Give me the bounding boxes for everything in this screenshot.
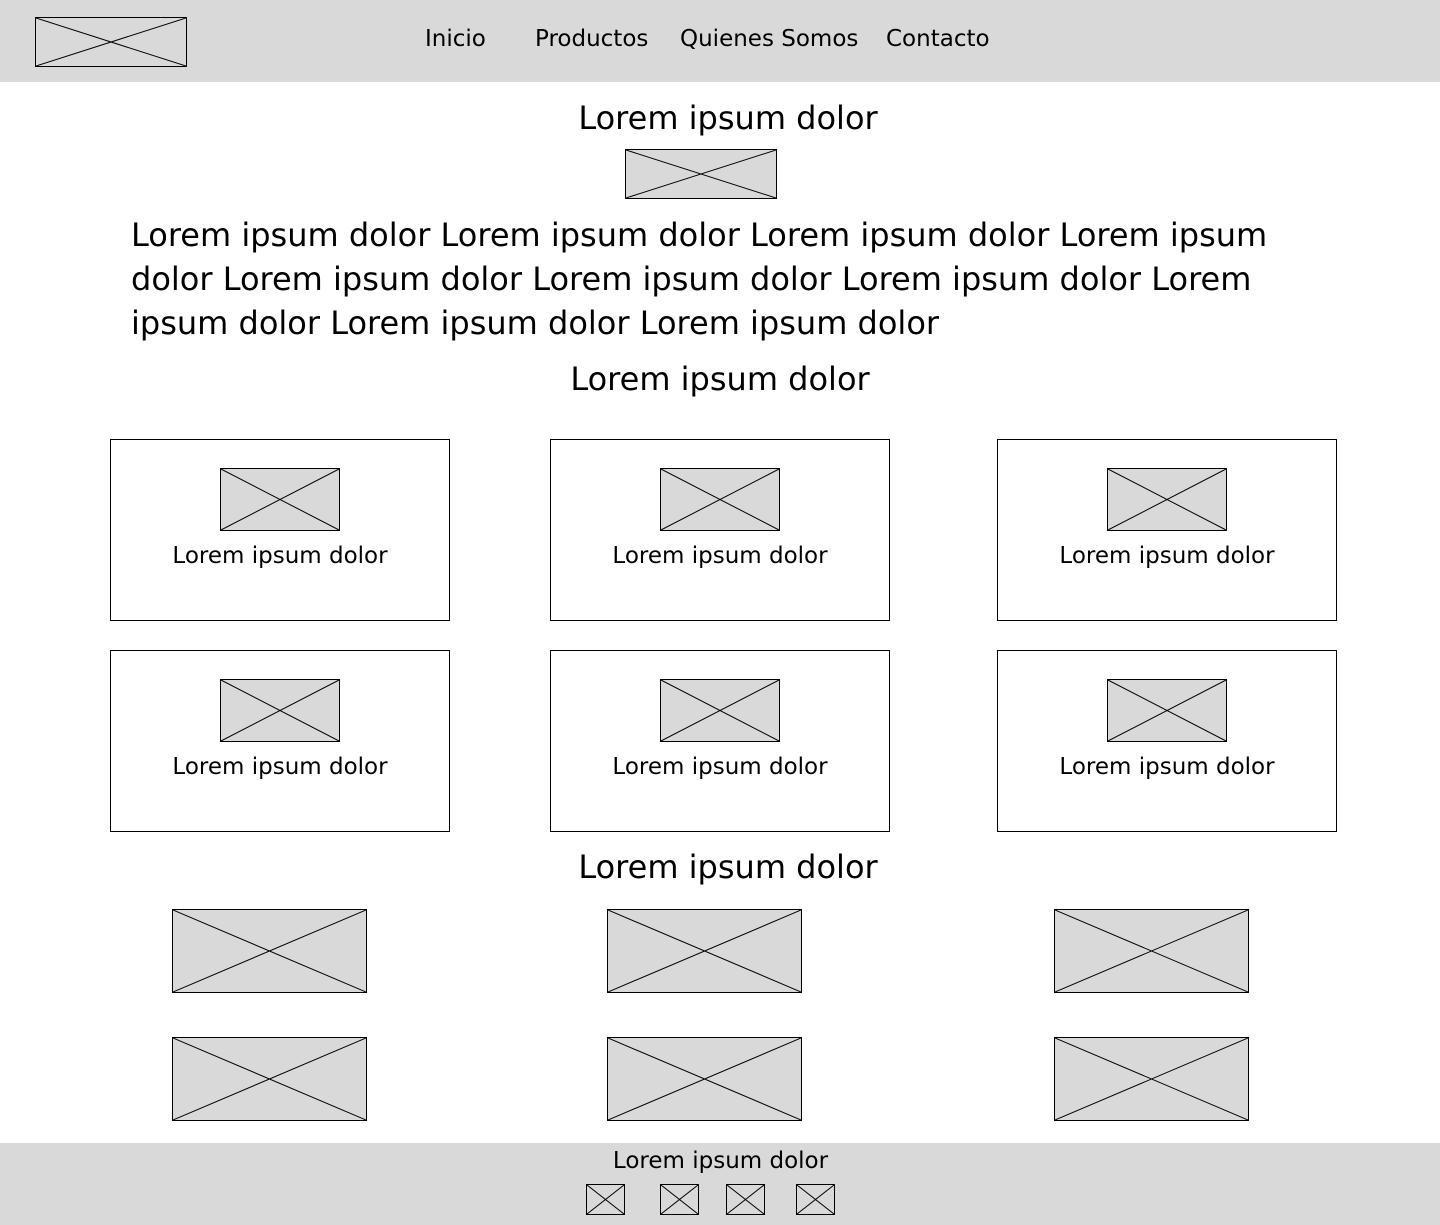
gallery-image-placeholder-icon[interactable] [1054, 909, 1249, 993]
section-title: Lorem ipsum dolor [570, 360, 870, 398]
card-label: Lorem ipsum dolor [1059, 543, 1275, 569]
image-placeholder-icon [220, 679, 340, 742]
intro-paragraph: Lorem ipsum dolor Lorem ipsum dolor Lore… [131, 216, 1268, 342]
logo-image-placeholder-icon[interactable] [35, 17, 187, 67]
card-label: Lorem ipsum dolor [612, 543, 828, 569]
social-image-placeholder-icon[interactable] [586, 1184, 625, 1215]
product-card[interactable]: Lorem ipsum dolor [550, 439, 890, 621]
site-header: Inicio Productos Quienes Somos Contacto [0, 0, 1440, 82]
image-placeholder-icon [220, 468, 340, 531]
social-image-placeholder-icon[interactable] [726, 1184, 765, 1215]
hero-image-placeholder-icon [625, 149, 777, 199]
nav-link-inicio[interactable]: Inicio [425, 24, 486, 54]
card-label: Lorem ipsum dolor [1059, 754, 1275, 780]
card-label: Lorem ipsum dolor [172, 543, 388, 569]
gallery-image-placeholder-icon[interactable] [607, 909, 802, 993]
site-footer: Lorem ipsum dolor [0, 1143, 1440, 1225]
gallery-image-placeholder-icon[interactable] [172, 909, 367, 993]
image-placeholder-icon [1107, 679, 1227, 742]
card-label: Lorem ipsum dolor [612, 754, 828, 780]
image-placeholder-icon [1107, 468, 1227, 531]
product-card[interactable]: Lorem ipsum dolor [110, 650, 450, 832]
gallery-image-placeholder-icon[interactable] [172, 1037, 367, 1121]
nav-link-productos[interactable]: Productos [535, 24, 648, 54]
social-image-placeholder-icon[interactable] [660, 1184, 699, 1215]
nav-link-quienes-somos[interactable]: Quienes Somos [680, 24, 858, 54]
footer-text: Lorem ipsum dolor [612, 1148, 829, 1174]
gallery-image-placeholder-icon[interactable] [1054, 1037, 1249, 1121]
nav-link-contacto[interactable]: Contacto [886, 24, 990, 54]
product-card[interactable]: Lorem ipsum dolor [550, 650, 890, 832]
product-card[interactable]: Lorem ipsum dolor [110, 439, 450, 621]
gallery-image-placeholder-icon[interactable] [607, 1037, 802, 1121]
page-title: Lorem ipsum dolor [578, 99, 878, 137]
card-label: Lorem ipsum dolor [172, 754, 388, 780]
image-placeholder-icon [660, 468, 780, 531]
product-card[interactable]: Lorem ipsum dolor [997, 439, 1337, 621]
gallery-title: Lorem ipsum dolor [578, 848, 878, 886]
image-placeholder-icon [660, 679, 780, 742]
product-card[interactable]: Lorem ipsum dolor [997, 650, 1337, 832]
social-image-placeholder-icon[interactable] [796, 1184, 835, 1215]
